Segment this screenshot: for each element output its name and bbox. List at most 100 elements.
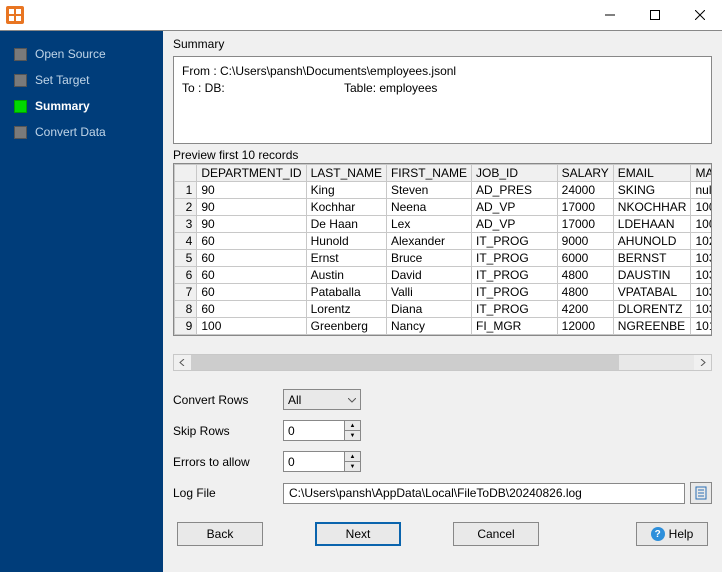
table-cell: DFAVIET: [613, 335, 691, 337]
table-cell: IT_PROG: [471, 284, 557, 301]
button-bar: Back Next Cancel ? Help: [173, 522, 712, 546]
row-number-cell: 8: [175, 301, 197, 318]
scroll-right-button[interactable]: [694, 355, 711, 370]
table-cell: 17000: [557, 199, 613, 216]
table-cell: IT_PROG: [471, 233, 557, 250]
table-cell: 4800: [557, 267, 613, 284]
browse-log-button[interactable]: [690, 482, 712, 504]
sidebar-item-set-target[interactable]: Set Target: [0, 67, 163, 93]
table-cell: Lex: [386, 216, 471, 233]
table-cell: 100: [691, 199, 712, 216]
table-cell: FI_MGR: [471, 318, 557, 335]
column-header[interactable]: SALARY: [557, 165, 613, 182]
skip-rows-label: Skip Rows: [173, 424, 283, 438]
summary-box: From : C:\Users\pansh\Documents\employee…: [173, 56, 712, 144]
table-cell: 103: [691, 301, 712, 318]
help-button[interactable]: ? Help: [636, 522, 708, 546]
cancel-button[interactable]: Cancel: [453, 522, 539, 546]
table-row[interactable]: 190KingStevenAD_PRES24000SKINGnull: [175, 182, 713, 199]
chevron-down-icon: [348, 393, 356, 407]
main-area: Open Source Set Target Summary Convert D…: [0, 30, 722, 572]
summary-from: From : C:\Users\pansh\Documents\employee…: [182, 63, 703, 80]
sidebar-item-open-source[interactable]: Open Source: [0, 41, 163, 67]
table-cell: 60: [197, 301, 306, 318]
column-header[interactable]: MANAG: [691, 165, 712, 182]
table-cell: VPATABAL: [613, 284, 691, 301]
table-cell: 12000: [557, 318, 613, 335]
table-row[interactable]: 390De HaanLexAD_VP17000LDEHAAN100: [175, 216, 713, 233]
column-header[interactable]: JOB_ID: [471, 165, 557, 182]
errors-input[interactable]: [284, 452, 344, 471]
table-cell: 103: [691, 267, 712, 284]
convert-rows-select[interactable]: All: [283, 389, 361, 410]
horizontal-scrollbar[interactable]: [173, 354, 712, 371]
sidebar-item-convert-data[interactable]: Convert Data: [0, 119, 163, 145]
table-cell: Lorentz: [306, 301, 386, 318]
table-cell: 4800: [557, 284, 613, 301]
scroll-track[interactable]: [191, 355, 694, 370]
back-button[interactable]: Back: [177, 522, 263, 546]
table-row[interactable]: 760PataballaValliIT_PROG4800VPATABAL103: [175, 284, 713, 301]
table-cell: Greenberg: [306, 318, 386, 335]
table-cell: Nancy: [386, 318, 471, 335]
table-cell: 4200: [557, 301, 613, 318]
maximize-button[interactable]: [632, 0, 677, 30]
errors-spinner[interactable]: ▲ ▼: [283, 451, 361, 472]
table-cell: DLORENTZ: [613, 301, 691, 318]
preview-title: Preview first 10 records: [173, 148, 712, 162]
row-number-cell: 7: [175, 284, 197, 301]
table-cell: AD_PRES: [471, 182, 557, 199]
next-button[interactable]: Next: [315, 522, 401, 546]
table-row[interactable]: 860LorentzDianaIT_PROG4200DLORENTZ103: [175, 301, 713, 318]
log-file-label: Log File: [173, 486, 283, 500]
sidebar-item-summary[interactable]: Summary: [0, 93, 163, 119]
sidebar-item-label: Open Source: [35, 47, 106, 61]
table-cell: 60: [197, 267, 306, 284]
table-row[interactable]: 560ErnstBruceIT_PROG6000BERNST103: [175, 250, 713, 267]
table-row[interactable]: 460HunoldAlexanderIT_PROG9000AHUNOLD102: [175, 233, 713, 250]
column-header[interactable]: EMAIL: [613, 165, 691, 182]
table-cell: Diana: [386, 301, 471, 318]
row-number-cell: 9: [175, 318, 197, 335]
table-cell: King: [306, 182, 386, 199]
scroll-left-button[interactable]: [174, 355, 191, 370]
table-cell: FI_ACCOUNT: [471, 335, 557, 337]
table-row[interactable]: 660AustinDavidIT_PROG4800DAUSTIN103: [175, 267, 713, 284]
step-icon-active: [14, 100, 27, 113]
row-number-cell: 6: [175, 267, 197, 284]
scroll-thumb[interactable]: [191, 355, 619, 370]
log-file-input[interactable]: [283, 483, 685, 504]
convert-rows-label: Convert Rows: [173, 393, 283, 407]
minimize-button[interactable]: [587, 0, 632, 30]
table-row[interactable]: 9100GreenbergNancyFI_MGR12000NGREENBE101: [175, 318, 713, 335]
column-header[interactable]: DEPARTMENT_ID: [197, 165, 306, 182]
errors-label: Errors to allow: [173, 455, 283, 469]
table-row[interactable]: 290KochharNeenaAD_VP17000NKOCHHAR100: [175, 199, 713, 216]
table-cell: BERNST: [613, 250, 691, 267]
table-cell: 103: [691, 284, 712, 301]
table-cell: AHUNOLD: [613, 233, 691, 250]
spinner-up-button[interactable]: ▲: [345, 452, 360, 462]
file-icon: [694, 486, 708, 500]
table-cell: 24000: [557, 182, 613, 199]
window-controls: [587, 0, 722, 30]
table-cell: Hunold: [306, 233, 386, 250]
table-row[interactable]: 10100FavietDanielFI_ACCOUNT9000DFAVIET10…: [175, 335, 713, 337]
skip-rows-input[interactable]: [284, 421, 344, 440]
summary-title: Summary: [173, 37, 712, 51]
table-cell: 17000: [557, 216, 613, 233]
spinner-down-button[interactable]: ▼: [345, 431, 360, 440]
step-icon: [14, 48, 27, 61]
column-header[interactable]: FIRST_NAME: [386, 165, 471, 182]
close-button[interactable]: [677, 0, 722, 30]
summary-to-db: To : DB:: [182, 80, 344, 97]
row-number-cell: 5: [175, 250, 197, 267]
spinner-down-button[interactable]: ▼: [345, 462, 360, 471]
column-header[interactable]: LAST_NAME: [306, 165, 386, 182]
skip-rows-spinner[interactable]: ▲ ▼: [283, 420, 361, 441]
preview-section: Preview first 10 records DEPARTMENT_IDLA…: [173, 148, 712, 371]
table-cell: Alexander: [386, 233, 471, 250]
row-number-header: [175, 165, 197, 182]
spinner-up-button[interactable]: ▲: [345, 421, 360, 431]
table-cell: 108: [691, 335, 712, 337]
